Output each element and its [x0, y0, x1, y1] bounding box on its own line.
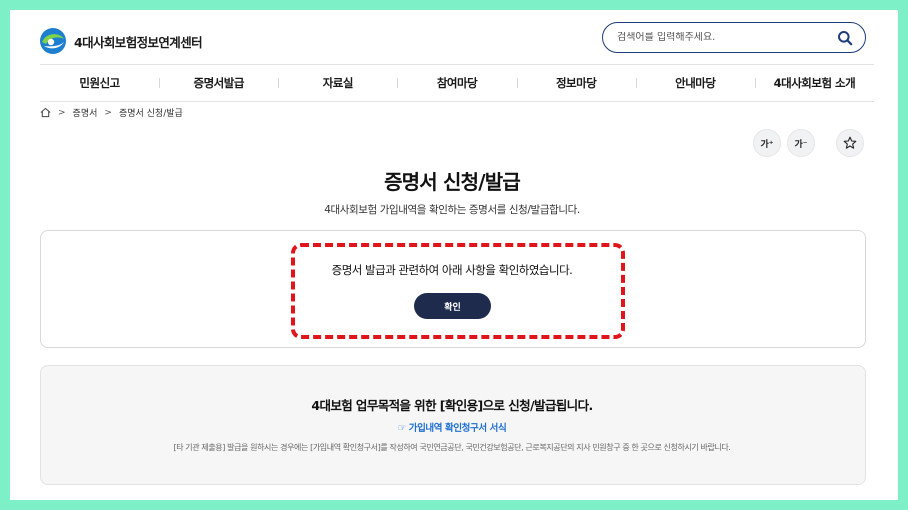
page-subtitle: 4대사회보험 가입내역을 확인하는 증명서를 신청/발급합니다. — [324, 204, 580, 216]
nav-item-resources[interactable]: 자료실 — [278, 75, 397, 91]
breadcrumb: > 증명서 > 증명서 신청/발급 — [40, 106, 183, 119]
search-box[interactable] — [602, 22, 866, 53]
font-size-down-button[interactable]: 가⁻ — [787, 129, 815, 157]
nav-item-participation[interactable]: 참여마당 — [397, 75, 516, 91]
page-frame: 4대사회보험정보연계센터 민원신고 증명서발급 자료실 참여마당 정보마당 안내… — [10, 10, 898, 500]
search-icon[interactable] — [837, 30, 853, 46]
font-size-up-button[interactable]: 가⁺ — [753, 129, 781, 157]
nav-item-guide[interactable]: 안내마당 — [635, 75, 755, 91]
main-nav: 민원신고 증명서발급 자료실 참여마당 정보마당 안내마당 4대사회보험 소개 — [40, 64, 874, 102]
breadcrumb-separator: > — [58, 107, 66, 118]
confirm-button[interactable]: 확인 — [414, 293, 491, 319]
page-title: 증명서 신청/발급 — [384, 170, 521, 194]
nav-item-about[interactable]: 4대사회보험 소개 — [754, 75, 874, 91]
form-download-link[interactable]: ☞ 가입내역 확인청구서 서식 — [10, 420, 894, 434]
logo-text: 4대사회보험정보연계센터 — [74, 34, 203, 50]
breadcrumb-item-current[interactable]: 증명서 신청/발급 — [119, 106, 183, 119]
nav-item-information[interactable]: 정보마당 — [516, 75, 636, 91]
logo-emblem-icon — [40, 28, 66, 54]
info-note: [타 기관 제출용] 발급을 원하시는 경우에는 [가입내역 확인청구서]를 작… — [173, 443, 731, 452]
info-title: 4대보험 업무목적을 위한 [확인용]으로 신청/발급됩니다. — [311, 398, 593, 413]
star-icon — [843, 136, 857, 149]
search-input[interactable] — [617, 32, 817, 43]
nav-item-certificate[interactable]: 증명서발급 — [159, 75, 278, 91]
confirm-text: 증명서 발급과 관련하여 아래 사항을 확인하였습니다. — [331, 263, 573, 277]
breadcrumb-item-certificate[interactable]: 증명서 — [73, 106, 98, 119]
highlight-annotation — [291, 243, 625, 339]
breadcrumb-separator: > — [104, 107, 112, 118]
home-icon[interactable] — [40, 107, 51, 118]
site-logo[interactable]: 4대사회보험정보연계센터 — [38, 26, 203, 56]
nav-item-complaint[interactable]: 민원신고 — [40, 75, 159, 91]
bookmark-button[interactable] — [836, 129, 864, 157]
